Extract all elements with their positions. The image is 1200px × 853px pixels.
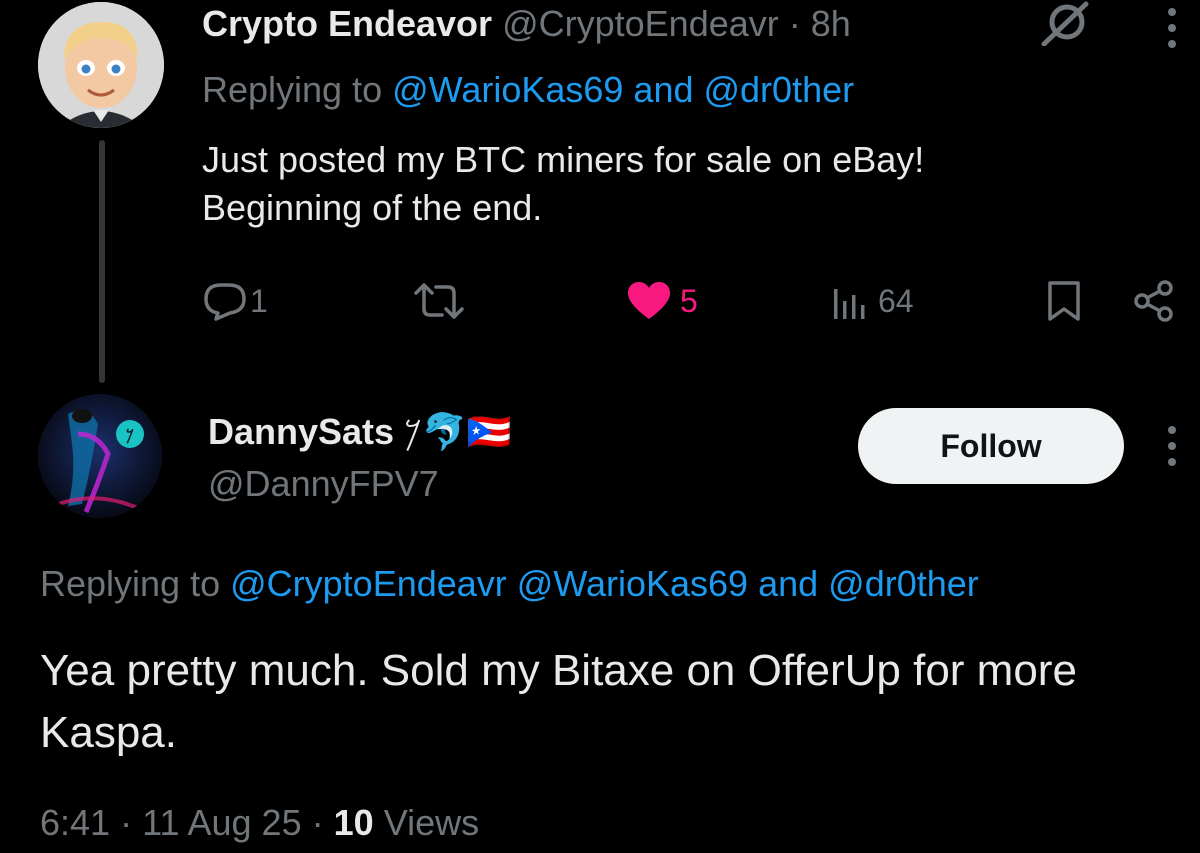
bookmark-icon bbox=[1048, 281, 1080, 321]
reply-count: 1 bbox=[250, 282, 268, 319]
memoji-avatar-icon bbox=[38, 2, 164, 128]
tweet2-author-handle[interactable]: @DannyFPV7 bbox=[208, 462, 439, 506]
tweet2-views-label[interactable]: Views bbox=[384, 802, 479, 843]
heart-icon bbox=[628, 282, 670, 319]
dannysats-avatar[interactable]: 𐤊 bbox=[38, 394, 162, 518]
tweet1-time[interactable]: 8h bbox=[811, 3, 851, 44]
tweet2-views-count[interactable]: 10 bbox=[334, 802, 374, 843]
tweet1-header: Crypto Endeavor @CryptoEndeavr · 8h bbox=[202, 2, 851, 46]
crypto-endeavor-avatar[interactable] bbox=[38, 2, 164, 128]
bookmark-button[interactable] bbox=[1046, 276, 1082, 326]
tweet1-more-vertical-icon[interactable] bbox=[1160, 6, 1184, 50]
tweet2-reply-mentions[interactable]: @CryptoEndeavr @WarioKas69 and @dr0ther bbox=[230, 563, 979, 604]
tweet2-name-emojis: 𐤊🐬🇵🇷 bbox=[404, 411, 512, 452]
retweet-button[interactable] bbox=[412, 276, 466, 326]
retweet-icon bbox=[414, 283, 464, 319]
tweet1-reply-prefix: Replying to bbox=[202, 69, 383, 110]
tweet1-text: Just posted my BTC miners for sale on eB… bbox=[202, 139, 925, 228]
svg-text:𐤊: 𐤊 bbox=[126, 425, 134, 445]
share-button[interactable] bbox=[1132, 276, 1176, 326]
tweet2-sep2: · bbox=[311, 802, 324, 843]
tweet2-author-name-row: DannySats 𐤊🐬🇵🇷 bbox=[208, 410, 512, 454]
thread-connector-line bbox=[99, 140, 105, 383]
tweet1-reply-mentions[interactable]: @WarioKas69 and @dr0ther bbox=[392, 69, 854, 110]
reply-button[interactable]: 1 bbox=[202, 276, 268, 326]
grok-icon[interactable] bbox=[1040, 0, 1090, 47]
tweet2-meta: 6:41 · 11 Aug 25 · 10 Views bbox=[40, 800, 479, 846]
views-button[interactable]: 64 bbox=[830, 276, 914, 326]
views-chart-icon bbox=[834, 289, 865, 319]
views-count: 64 bbox=[878, 282, 914, 319]
tweet2-time[interactable]: 6:41 bbox=[40, 802, 110, 843]
share-icon bbox=[1134, 280, 1173, 322]
neon-figure-avatar-icon: 𐤊 bbox=[38, 394, 162, 518]
tweet1-author-name[interactable]: Crypto Endeavor bbox=[202, 3, 492, 44]
like-button[interactable]: 5 bbox=[626, 276, 698, 326]
tweet2-date[interactable]: 11 Aug 25 bbox=[142, 802, 302, 843]
tweet1-author-handle[interactable]: @CryptoEndeavr bbox=[502, 3, 779, 44]
follow-button[interactable]: Follow bbox=[858, 408, 1124, 484]
tweet2-replying-to: Replying to @CryptoEndeavr @WarioKas69 a… bbox=[40, 560, 979, 608]
tweet2-more-vertical-icon[interactable] bbox=[1160, 424, 1184, 468]
tweet2-text: Yea pretty much. Sold my Bitaxe on Offer… bbox=[40, 646, 1077, 757]
tweet2-sep1: · bbox=[120, 802, 133, 843]
tweet2-author-name[interactable]: DannySats bbox=[208, 411, 394, 452]
tweet2-reply-prefix: Replying to bbox=[40, 563, 221, 604]
reply-icon bbox=[204, 283, 246, 321]
tweet1-separator: · bbox=[788, 3, 801, 44]
tweet1-replying-to: Replying to @WarioKas69 and @dr0ther bbox=[202, 68, 854, 112]
like-count: 5 bbox=[680, 282, 698, 319]
